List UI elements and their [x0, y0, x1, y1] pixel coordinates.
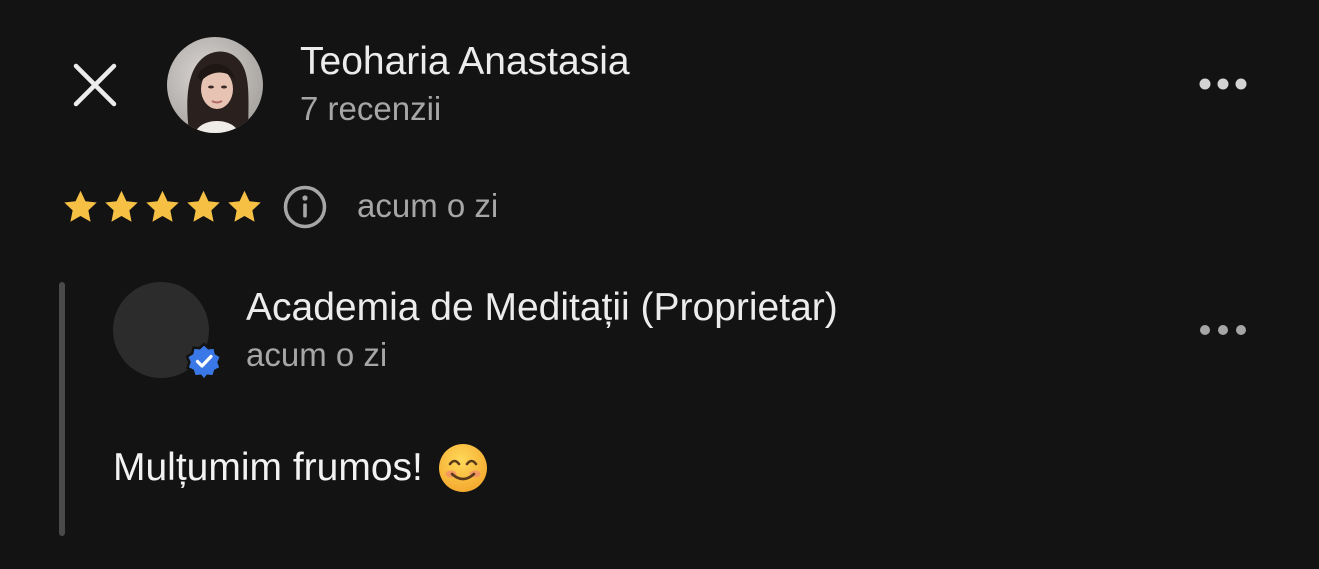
owner-name: Academia de Meditații (Proprietar)	[246, 286, 838, 329]
star-rating	[60, 186, 265, 228]
close-button[interactable]	[70, 60, 120, 110]
star-icon	[64, 190, 97, 222]
info-icon	[283, 185, 327, 229]
reply-message-text: Mulțumim frumos!	[113, 446, 423, 489]
more-horizontal-icon	[1199, 78, 1247, 90]
reply-message: Mulțumim frumos!	[113, 442, 489, 494]
review-more-options-button[interactable]	[1193, 69, 1253, 99]
info-button[interactable]	[282, 184, 328, 230]
owner-reply-time: acum o zi	[246, 336, 388, 373]
star-icon	[105, 190, 138, 222]
more-horizontal-icon	[1200, 325, 1246, 335]
star-icon	[228, 190, 261, 222]
star-icon	[146, 190, 179, 222]
reply-indent-bar	[59, 282, 65, 536]
review-time: acum o zi	[357, 187, 499, 224]
verified-badge-icon	[185, 342, 223, 380]
star-icon	[187, 190, 220, 222]
close-icon	[73, 63, 117, 107]
reply-more-options-button[interactable]	[1193, 315, 1253, 345]
reviewer-name[interactable]: Teoharia Anastasia	[300, 40, 630, 84]
reviewer-avatar[interactable]	[167, 37, 263, 133]
smiling-face-emoji	[438, 444, 487, 492]
reviewer-review-count: 7 recenzii	[300, 90, 442, 127]
